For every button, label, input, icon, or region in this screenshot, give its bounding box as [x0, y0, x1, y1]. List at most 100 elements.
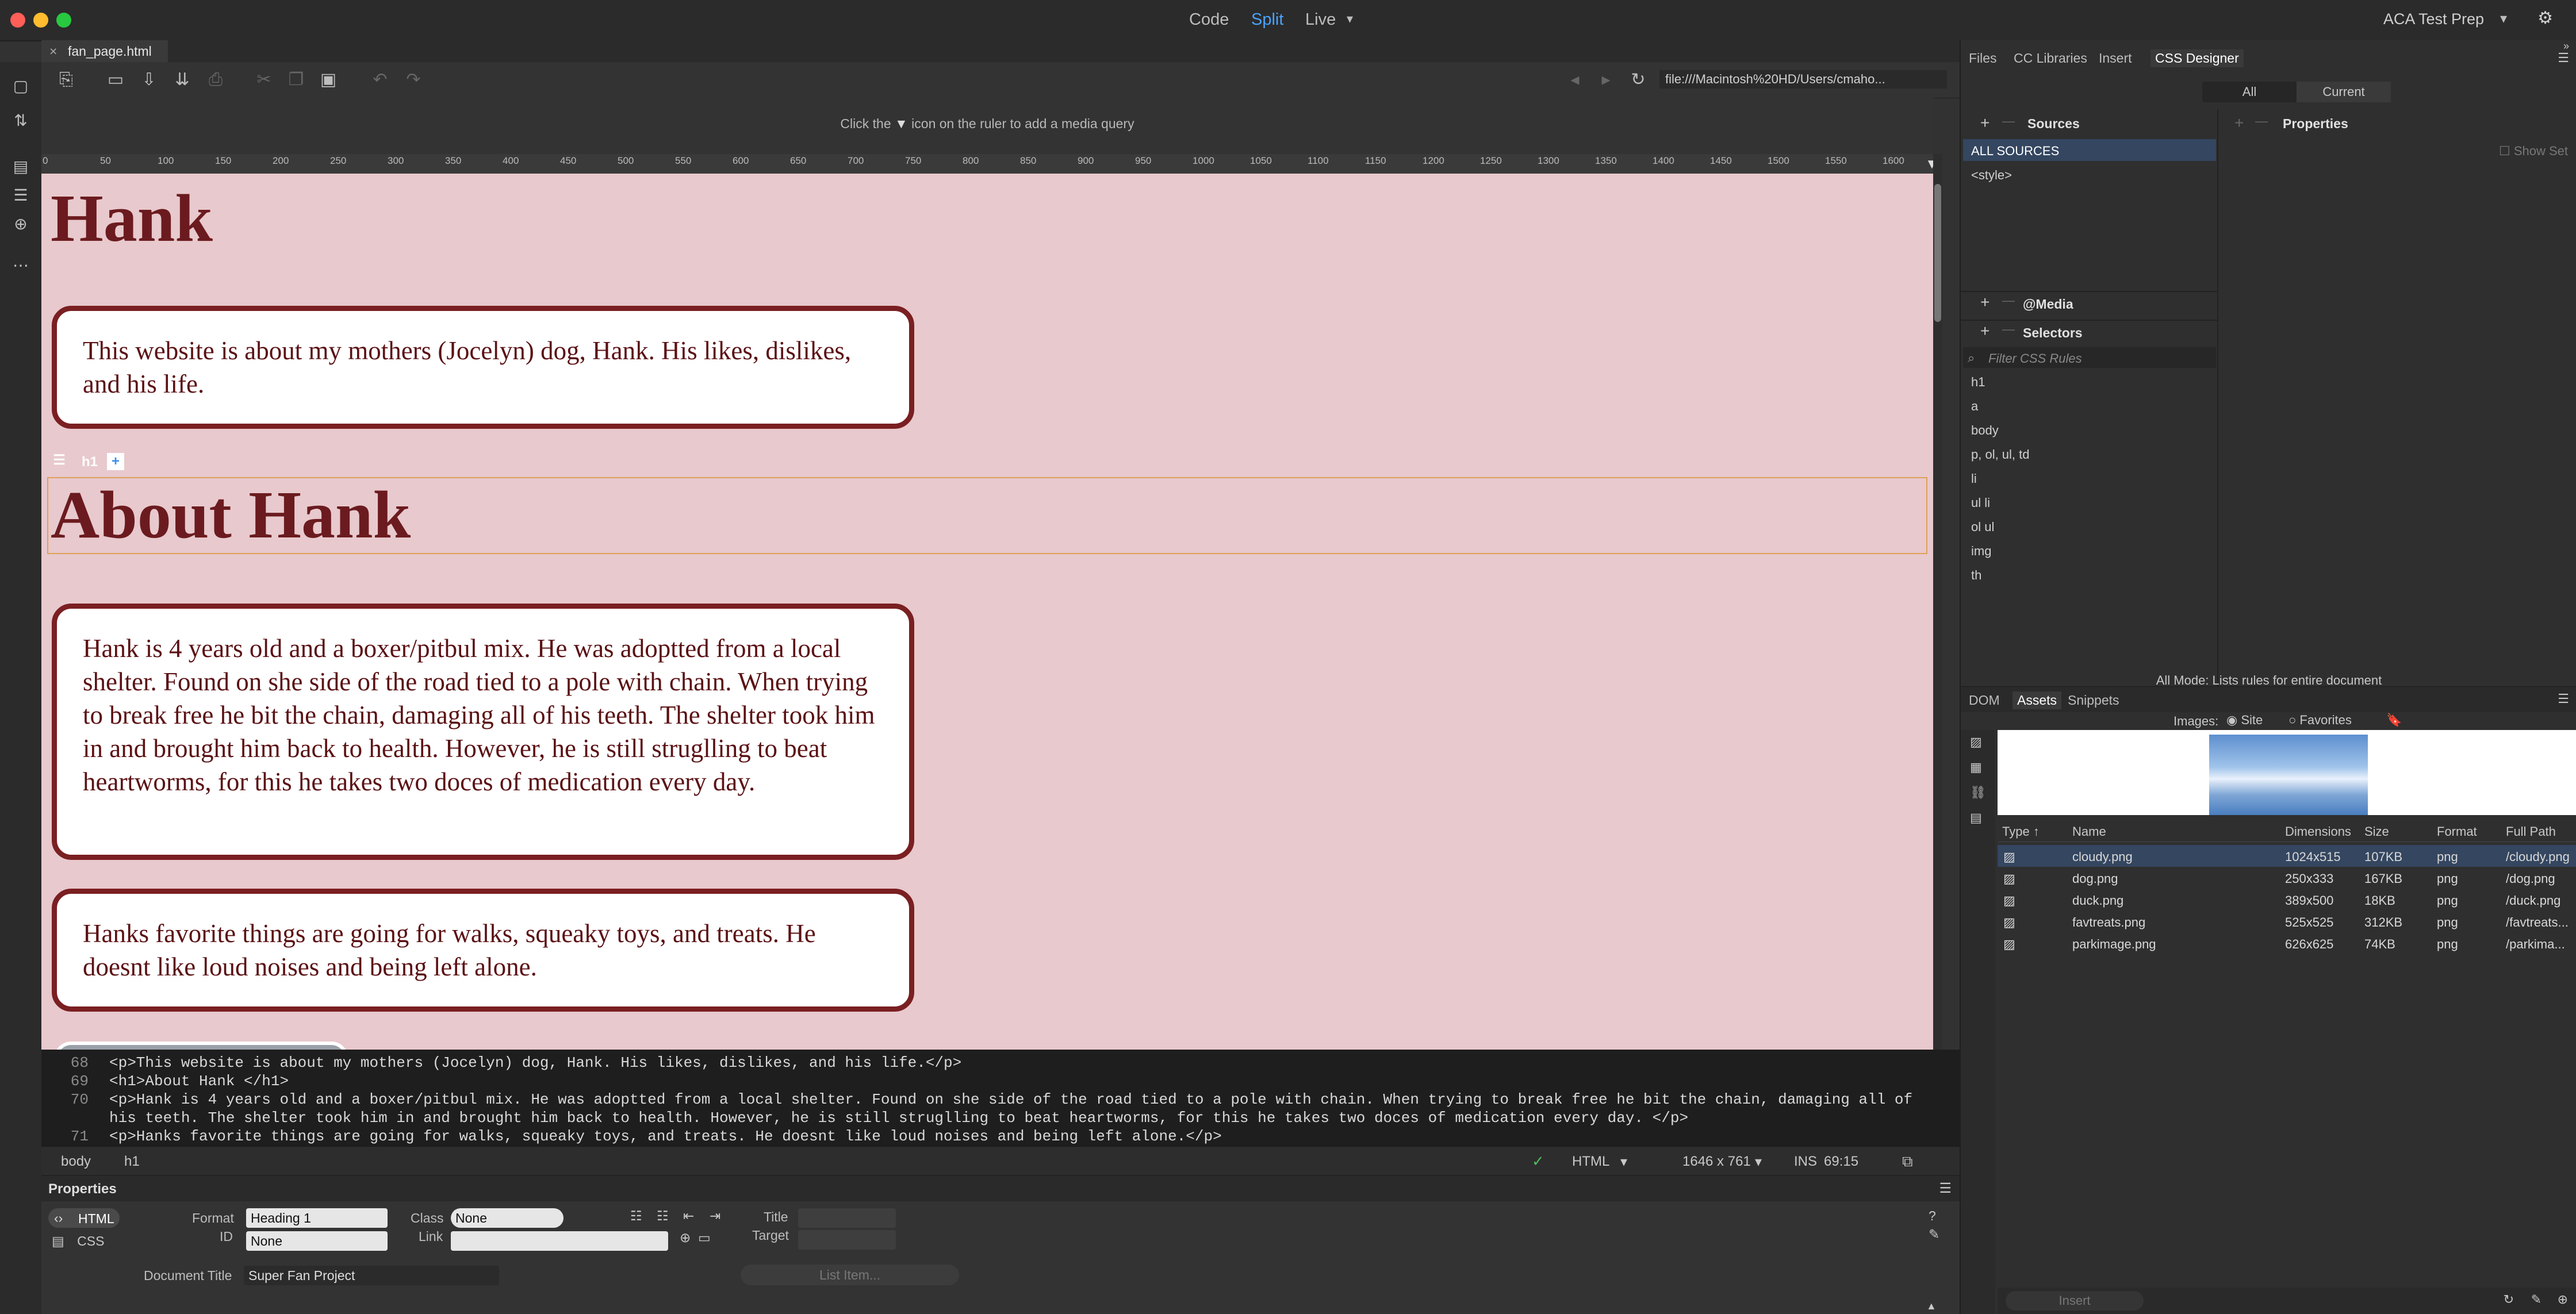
address-bar[interactable]: file:///Macintosh%20HD/Users/cmaho...: [1659, 70, 1947, 89]
open-folder-icon[interactable]: ▭: [106, 70, 125, 90]
code-line[interactable]: <p>Hank is 4 years old and a boxer/pitbu…: [109, 1091, 1912, 1108]
all-toggle[interactable]: All: [2202, 82, 2297, 102]
chevron-down-icon[interactable]: ▾: [1620, 1154, 1627, 1170]
chevron-down-icon[interactable]: ▾: [2500, 10, 2507, 27]
design-scrollbar[interactable]: [1933, 154, 1942, 1050]
filter-css-rules[interactable]: ⌕ Filter CSS Rules: [1963, 347, 2216, 368]
remove-property-icon[interactable]: —: [2255, 114, 2268, 129]
selector-item[interactable]: th: [1971, 568, 1981, 583]
hamburger-icon[interactable]: ☰: [51, 452, 68, 468]
live-dropdown-icon[interactable]: ▾: [1347, 11, 1353, 26]
add-class-icon[interactable]: +: [107, 453, 124, 470]
panel-menu-icon[interactable]: ☰: [1939, 1180, 1952, 1197]
collapse-icon[interactable]: ▲: [1926, 1300, 1937, 1312]
selector-item[interactable]: ol ul: [1971, 520, 1994, 535]
remove-media-icon[interactable]: —: [2002, 293, 2015, 308]
code-line[interactable]: <p>This website is about my mothers (Joc…: [109, 1054, 961, 1071]
transfer-icon[interactable]: ⇅: [10, 110, 31, 131]
selector-item[interactable]: img: [1971, 544, 1991, 559]
source-all[interactable]: ALL SOURCES: [1963, 139, 2216, 161]
save-all-icon[interactable]: ⇊: [172, 70, 192, 90]
edit-rule-icon[interactable]: ✎: [1929, 1227, 1939, 1242]
col-format[interactable]: Format: [2437, 824, 2477, 839]
window-size-select[interactable]: 1646 x 761: [1682, 1154, 1751, 1170]
tab-insert[interactable]: Insert: [2099, 51, 2132, 66]
asset-row[interactable]: ▨ parkimage.png 626x625 74KB png/parkima...: [1998, 932, 2576, 954]
cut-icon[interactable]: ✂: [254, 70, 274, 90]
col-name[interactable]: Name: [2072, 824, 2106, 839]
close-window-button[interactable]: [10, 13, 25, 28]
asset-row[interactable]: ▨ duck.png 389x500 18KB png/duck.png: [1998, 889, 2576, 910]
outdent-icon[interactable]: ⇤: [683, 1208, 694, 1224]
target-icon[interactable]: ⊕: [10, 214, 31, 235]
add-property-icon[interactable]: +: [2234, 114, 2244, 132]
language-select[interactable]: HTML: [1572, 1154, 1609, 1170]
mode-live-button[interactable]: Live: [1305, 10, 1336, 29]
format-select[interactable]: Heading 1: [246, 1208, 388, 1228]
paste-icon[interactable]: ▣: [319, 70, 338, 90]
tab-snippets[interactable]: Snippets: [2068, 693, 2119, 708]
image-preview[interactable]: [54, 1042, 348, 1050]
indent-icon[interactable]: ☰: [10, 185, 31, 206]
asset-row[interactable]: ▨ dog.png 250x333 167KB png/dog.png: [1998, 867, 2576, 889]
source-style[interactable]: <style>: [1971, 168, 2012, 183]
refresh-icon[interactable]: ↻: [2504, 1292, 2514, 1307]
code-line[interactable]: <h1>About Hank </h1>: [109, 1073, 289, 1090]
minimize-window-button[interactable]: [33, 13, 48, 28]
point-to-file-icon[interactable]: ⊕: [680, 1230, 691, 1246]
add-source-icon[interactable]: +: [1980, 114, 1989, 132]
add-media-icon[interactable]: +: [1980, 293, 1989, 312]
format-source-icon[interactable]: ▤: [10, 156, 31, 177]
tab-assets[interactable]: Assets: [2012, 691, 2062, 709]
selector-item[interactable]: body: [1971, 423, 1999, 438]
image-icon[interactable]: ▨: [1970, 735, 1982, 750]
ordered-list-icon[interactable]: ☷: [657, 1208, 669, 1224]
current-toggle[interactable]: Current: [2297, 82, 2391, 102]
favorites-radio[interactable]: ○ Favorites: [2288, 713, 2352, 728]
add-selector-icon[interactable]: +: [1980, 322, 1989, 340]
redo-icon[interactable]: ↷: [404, 70, 423, 90]
class-select[interactable]: None: [451, 1208, 564, 1228]
design-ruler[interactable]: 0 50 100 150 200 250 300 350 400 450 500 550 600 650 7…: [41, 154, 1933, 174]
col-dimensions[interactable]: Dimensions: [2285, 824, 2351, 839]
selector-item[interactable]: h1: [1971, 375, 1985, 390]
media-icon[interactable]: ▤: [1970, 810, 1982, 825]
code-line[interactable]: his teeth. The shelter took him in and b…: [109, 1109, 1688, 1127]
tag-selector-body[interactable]: body: [61, 1154, 91, 1170]
valid-check-icon[interactable]: ✓: [1532, 1152, 1544, 1170]
remove-selector-icon[interactable]: —: [2002, 322, 2015, 337]
scroll-thumb[interactable]: [1934, 184, 1941, 322]
new-document-icon[interactable]: ⎘: [56, 70, 76, 90]
asset-row[interactable]: ▨ favtreats.png 525x525 312KB png/favtreats.…: [1998, 910, 2576, 932]
browse-folder-icon[interactable]: ▭: [698, 1230, 711, 1246]
panel-menu-icon[interactable]: ☰: [2558, 51, 2569, 66]
mode-code-button[interactable]: Code: [1189, 10, 1229, 29]
zoom-window-button[interactable]: [56, 13, 71, 28]
gear-icon[interactable]: ⚙: [2537, 8, 2553, 28]
title-field[interactable]: [798, 1208, 896, 1228]
col-size[interactable]: Size: [2364, 824, 2389, 839]
tag-selector-h1[interactable]: h1: [124, 1154, 140, 1170]
page-heading[interactable]: Hank: [51, 179, 213, 258]
selector-item[interactable]: p, ol, ul, td: [1971, 447, 2030, 462]
refresh-icon[interactable]: ↻: [1628, 70, 1648, 90]
copy-icon[interactable]: ❐: [286, 70, 306, 90]
link-icon[interactable]: ⛓: [1970, 785, 1986, 800]
undo-icon[interactable]: ↶: [370, 70, 390, 90]
list-item-button[interactable]: List Item...: [741, 1265, 959, 1285]
tab-files[interactable]: Files: [1969, 51, 1997, 66]
chevron-down-icon[interactable]: ▾: [1755, 1154, 1762, 1170]
code-line[interactable]: <p>Hanks favorite things are going for w…: [109, 1128, 1222, 1145]
document-tab[interactable]: × fan_page.html: [41, 40, 168, 62]
file-icon[interactable]: ▢: [10, 76, 31, 97]
html-mode-button[interactable]: ‹› HTML: [48, 1208, 120, 1228]
id-select[interactable]: None: [246, 1231, 388, 1251]
panel-menu-icon[interactable]: ☰: [2558, 691, 2569, 706]
unordered-list-icon[interactable]: ☷: [630, 1208, 642, 1224]
selector-item[interactable]: li: [1971, 471, 1977, 486]
favorites-paragraph[interactable]: Hanks favorite things are going for walk…: [52, 889, 914, 1012]
css-mode-button[interactable]: ▤ CSS: [52, 1234, 104, 1249]
document-title-field[interactable]: Super Fan Project: [244, 1266, 499, 1285]
selector-item[interactable]: a: [1971, 399, 1978, 414]
print-icon[interactable]: ⎙: [206, 70, 225, 90]
